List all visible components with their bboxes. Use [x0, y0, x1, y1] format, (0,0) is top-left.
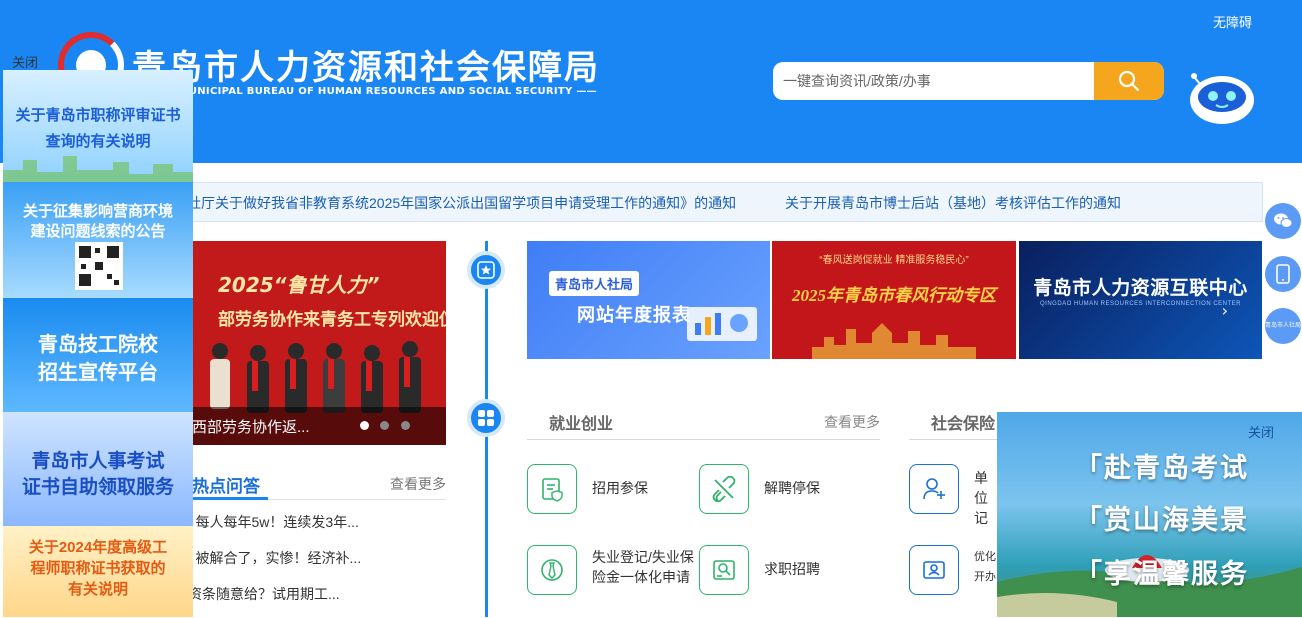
float-card-senior-engineer[interactable]: 关于2024年度高级工 程师职称证书获取的 有关说明 [3, 526, 193, 617]
banner-tag: 青岛市人社局 [549, 271, 640, 296]
float-card-exam-cert[interactable]: 青岛市人事考试 证书自助领取服务 [3, 412, 193, 526]
document-shield-icon [527, 464, 577, 514]
hot-qa-header: 热点问答 查看更多 [188, 468, 446, 500]
search-icon [1118, 70, 1140, 92]
city-skyline-icon [3, 156, 193, 182]
side-icon-label: 青岛市人社局 [1265, 322, 1302, 329]
services-insurance-title[interactable]: 社会保险 [931, 410, 995, 434]
slider-dot[interactable] [360, 421, 369, 430]
service-unemployment[interactable]: 失业登记/失业保险金一体化申请 [527, 545, 699, 617]
person-search-icon [699, 545, 749, 595]
slider-caption-text[interactable]: 西部劳务协作返... [192, 416, 310, 437]
float-card-business-env[interactable]: 关于征集影响营商环境 建设问题线索的公告 [3, 182, 193, 298]
grid-icon [467, 399, 505, 437]
broken-link-icon [699, 464, 749, 514]
banner-title: 青岛市人力资源互联中心 [1033, 278, 1248, 299]
services-employment-title[interactable]: 就业创业 [549, 410, 613, 434]
star-icon [467, 251, 505, 289]
service-label: 解聘停保 [764, 480, 820, 496]
banner-hr-center[interactable]: 青岛市人力资源互联中心 QINGDAO HUMAN RESOURCES INTE… [1019, 241, 1262, 359]
float-card-line: 查询的有关说明 [45, 133, 151, 150]
services-employment-header: 就业创业 查看更多 [527, 404, 880, 440]
services-more-link[interactable]: 查看更多 [824, 412, 880, 432]
badge-tie-icon [527, 545, 577, 595]
robot-icon[interactable] [1186, 70, 1258, 126]
slide-sign-line2: 部劳务协作来青务工专列欢迎仪式 [218, 310, 446, 330]
float-card-line: 青岛技工院校 [38, 334, 158, 356]
site-subtitle: O MUNICIPAL BUREAU OF HUMAN RESOURCES AN… [166, 86, 597, 97]
banner-spring-action[interactable]: “春风送岗促就业 精准服务稳民心” 2025年青岛市春风行动专区 [772, 241, 1016, 359]
search-input[interactable] [773, 62, 1095, 100]
slider-dot[interactable] [401, 421, 410, 430]
ad-line: 「赴青岛考试 [1075, 453, 1249, 483]
accessibility-link[interactable]: 无障碍 [1213, 12, 1252, 31]
service-label: 优化 开办 [974, 551, 996, 583]
slider-dot[interactable] [380, 421, 389, 430]
float-card-line: 有关说明 [67, 581, 128, 598]
float-card-line: 程师职称证书获取的 [30, 560, 166, 577]
mobile-icon[interactable] [1265, 256, 1301, 292]
service-optimize-open[interactable]: 优化 开办 [909, 545, 997, 597]
hot-qa-underline [188, 497, 268, 500]
wechat-account-icon[interactable]: 青岛市人社局 [1265, 308, 1301, 344]
site-header: 无障碍 青岛市人力资源和社会保障局 O MUNICIPAL BUREAU OF … [0, 0, 1302, 163]
float-card-line: 证书自助领取服务 [21, 477, 174, 498]
news-ticker: 省人社厅关于做好我省非教育系统2025年国家公派出国留学项目申请受理工作的通知》… [188, 182, 1263, 222]
banner-slogan: “春风送岗促就业 精准服务稳民心” [819, 255, 969, 266]
news-slider[interactable]: 2025“鲁甘人力” 部劳务协作来青务工专列欢迎仪式 西部劳务协作返... [188, 241, 446, 445]
ticker-item[interactable]: 省人社厅关于做好我省非教育系统2025年国家公派出国留学项目申请受理工作的通知》… [189, 195, 736, 211]
service-label: 招用参保 [592, 480, 648, 496]
add-user-icon [909, 464, 959, 514]
service-hire-insure[interactable]: 招用参保 [527, 464, 687, 516]
search-box [773, 62, 1164, 100]
right-float-ad[interactable]: 关闭 「赴青岛考试 「赏山海美景 「享温馨服务 [997, 412, 1302, 617]
list-item[interactable]: 资条随意给？试用期工... [188, 582, 446, 618]
ad-line: 「享温馨服务 [1075, 559, 1249, 589]
float-card-line: 招生宣传平台 [38, 362, 158, 384]
slide-sign-line1: 2025“鲁甘人力” [218, 273, 380, 297]
left-float-close-button[interactable]: 关闭 [12, 52, 38, 71]
city-skyline-icon [812, 323, 976, 359]
service-label: 求职招聘 [764, 561, 820, 577]
float-card-title-cert[interactable]: 关于青岛市职称评审证书 查询的有关说明 [3, 70, 193, 182]
hot-qa-list: | 每人每年5w！连续发3年... | 被解合了，实惨！经济补... 资条随意给… [188, 510, 446, 618]
service-label: 单位 记 [974, 470, 988, 526]
report-chart-icon [687, 307, 757, 341]
wechat-icon[interactable] [1265, 203, 1301, 239]
banner-title: 网站年度报表 [577, 305, 691, 325]
hot-qa-more-link[interactable]: 查看更多 [390, 474, 446, 494]
search-button[interactable] [1094, 62, 1164, 100]
list-item[interactable]: | 被解合了，实惨！经济补... [188, 546, 446, 582]
float-card-line: 青岛市人事考试 [31, 451, 165, 472]
service-unit-register[interactable]: 单位 记 [909, 464, 997, 526]
ticker-track: 省人社厅关于做好我省非教育系统2025年国家公派出国留学项目申请受理工作的通知》… [189, 193, 1166, 213]
chevron-right-icon[interactable]: › [1222, 301, 1228, 320]
hot-qa-title[interactable]: 热点问答 [192, 472, 260, 497]
right-float-close-button[interactable]: 关闭 [1248, 422, 1274, 441]
service-dismiss-stop[interactable]: 解聘停保 [699, 464, 859, 516]
service-label: 失业登记/失业保险金一体化申请 [592, 549, 694, 585]
qr-code-icon [75, 242, 123, 290]
banner-annual-report[interactable]: 青岛市人社局 网站年度报表 [527, 241, 770, 359]
service-job-seek[interactable]: 求职招聘 [699, 545, 859, 597]
slider-caption: 西部劳务协作返... [188, 407, 446, 445]
id-card-icon [909, 545, 959, 595]
float-card-technical-schools[interactable]: 青岛技工院校 招生宣传平台 [3, 298, 193, 412]
ticker-item[interactable]: 关于开展青岛市博士后站（基地）考核评估工作的通知 [785, 195, 1121, 211]
float-card-line: 关于2024年度高级工 [28, 539, 168, 556]
float-card-line: 关于青岛市职称评审证书 [15, 107, 181, 124]
list-item[interactable]: | 每人每年5w！连续发3年... [188, 510, 446, 546]
banner-title: 2025年青岛市春风行动专区 [792, 286, 996, 305]
site-title: 青岛市人力资源和社会保障局 [132, 48, 600, 88]
services-insurance-header: 社会保险 [909, 404, 1009, 440]
ad-line: 「赏山海美景 [1075, 505, 1249, 535]
left-float-ads: 关于青岛市职称评审证书 查询的有关说明 关于征集影响营商环境 建设问题线索的公告… [3, 70, 193, 617]
float-card-line: 关于征集影响营商环境 [22, 203, 173, 220]
float-card-line: 建设问题线索的公告 [30, 223, 166, 240]
